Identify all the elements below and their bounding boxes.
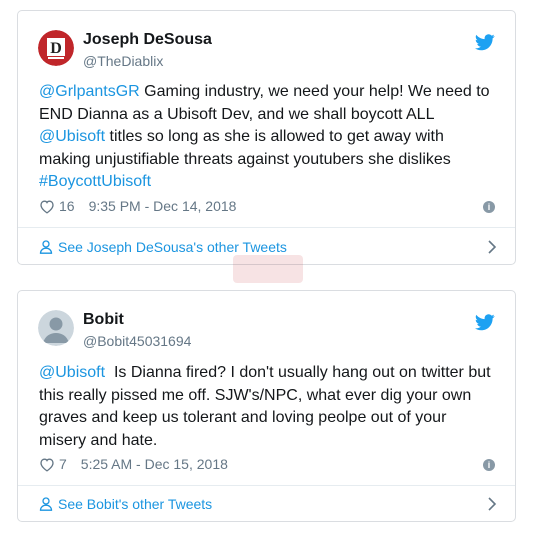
twitter-bird-icon[interactable]	[475, 314, 495, 331]
person-icon	[39, 497, 53, 511]
info-icon[interactable]: i	[483, 201, 495, 213]
like-count[interactable]: 7	[59, 456, 67, 472]
default-avatar-icon[interactable]	[38, 310, 74, 346]
tweet-card: D Joseph DeSousa @TheDiablix @GrlpantsGR…	[17, 10, 516, 265]
chevron-right-icon[interactable]	[487, 240, 497, 254]
divider	[18, 227, 515, 228]
person-icon	[39, 240, 53, 254]
heart-icon[interactable]	[39, 199, 55, 214]
tweet-card: Bobit @Bobit45031694 @Ubisoft Is Dianna …	[17, 290, 516, 522]
divider	[18, 485, 515, 486]
see-other-tweets-label[interactable]: See Bobit's other Tweets	[58, 496, 212, 512]
svg-text:D: D	[50, 40, 62, 57]
chevron-right-icon[interactable]	[487, 497, 497, 511]
timestamp[interactable]: 5:25 AM - Dec 15, 2018	[81, 456, 228, 472]
info-icon[interactable]: i	[483, 459, 495, 471]
author-handle[interactable]: @Bobit45031694	[83, 333, 191, 349]
author-name[interactable]: Joseph DeSousa	[83, 31, 212, 49]
tweet-meta: 16 9:35 PM - Dec 14, 2018	[39, 198, 236, 214]
mention-link[interactable]: @Ubisoft	[39, 128, 105, 145]
author-name[interactable]: Bobit	[83, 311, 124, 329]
tweet-meta: 7 5:25 AM - Dec 15, 2018	[39, 456, 228, 472]
watermark-logo-icon	[233, 255, 303, 283]
author-handle[interactable]: @TheDiablix	[83, 53, 163, 69]
tweet-text: @GrlpantsGR Gaming industry, we need you…	[39, 81, 497, 194]
mention-link[interactable]: @Ubisoft	[39, 364, 105, 381]
tweet-text: @Ubisoft Is Dianna fired? I don't usuall…	[39, 362, 497, 452]
diablix-logo-icon[interactable]: D	[38, 30, 74, 66]
see-other-tweets-link[interactable]: See Bobit's other Tweets	[39, 491, 497, 517]
like-count[interactable]: 16	[59, 198, 75, 214]
heart-icon[interactable]	[39, 457, 55, 472]
hashtag-link[interactable]: #BoycottUbisoft	[39, 173, 151, 190]
tweet-text-segment: Is Dianna fired? I don't usually hang ou…	[39, 364, 496, 449]
timestamp[interactable]: 9:35 PM - Dec 14, 2018	[89, 198, 237, 214]
mention-link[interactable]: @GrlpantsGR	[39, 83, 140, 100]
twitter-bird-icon[interactable]	[475, 34, 495, 51]
